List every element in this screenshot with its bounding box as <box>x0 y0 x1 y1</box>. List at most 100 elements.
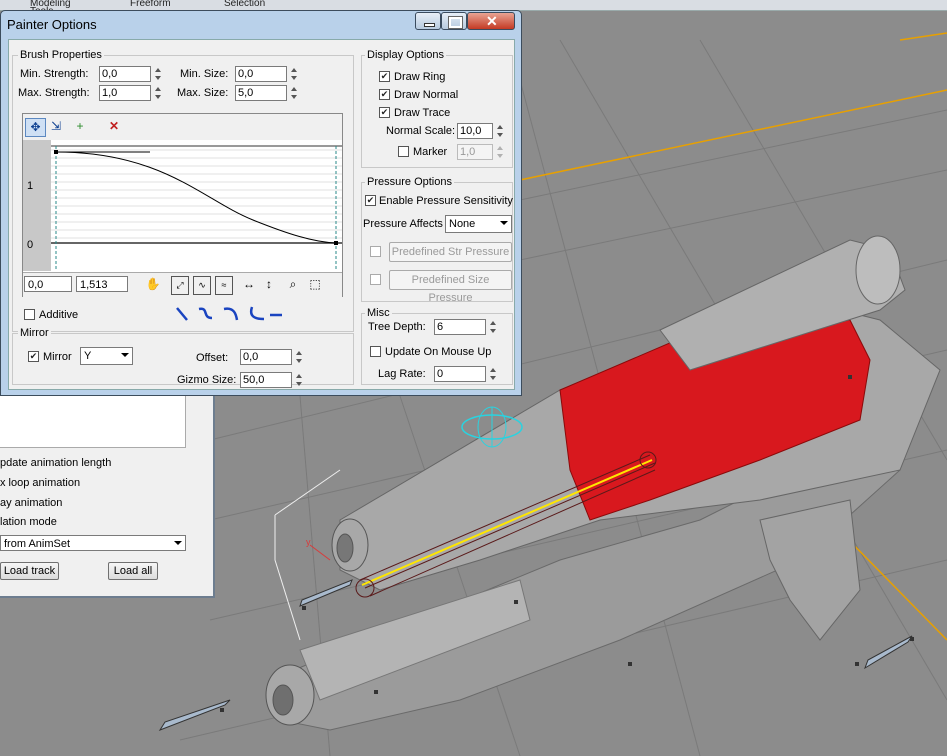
zoom-value-extents-icon[interactable]: ≈ <box>215 276 233 295</box>
curve-y-input[interactable]: 1,513 <box>76 276 128 292</box>
zoom-icon[interactable]: ⌕ <box>285 276 301 293</box>
draw-normal-checkbox[interactable] <box>379 89 390 100</box>
spinner-arrows-icon[interactable] <box>289 67 299 81</box>
zoom-region-icon[interactable]: ⬚ <box>307 276 323 293</box>
enable-pressure-checkbox[interactable] <box>365 195 376 206</box>
spinner-arrows-icon <box>495 145 505 159</box>
dialog-client: Brush Properties Min. Strength: 0,0 Max.… <box>8 39 515 390</box>
spinner-arrows-icon[interactable] <box>488 367 498 381</box>
offset-spinner[interactable]: 0,0 <box>240 349 306 365</box>
lag-rate-spinner[interactable]: 0 <box>434 366 500 382</box>
chevron-down-icon <box>121 353 129 357</box>
normal-scale-spinner[interactable]: 10,0 <box>457 123 509 139</box>
min-size-spinner[interactable]: 0,0 <box>235 66 301 82</box>
offset-input[interactable]: 0,0 <box>240 349 292 365</box>
max-size-label: Max. Size: <box>177 87 229 99</box>
falloff-curve-editor: ✥ ⇲ + ✕ 1 0 0,0 1,513 ✋ ⤢ ∿ ≈ ↔ ↕ ⌕ ⬚ <box>22 113 343 297</box>
marker-input: 1,0 <box>457 144 493 160</box>
min-strength-label: Min. Strength: <box>20 68 89 80</box>
lag-rate-input[interactable]: 0 <box>434 366 486 382</box>
tree-depth-input[interactable]: 6 <box>434 319 486 335</box>
load-track-button[interactable]: Load track <box>0 562 59 580</box>
play-animation-option[interactable]: ay animation <box>0 497 62 509</box>
mirror-group-label: Mirror <box>18 327 51 339</box>
close-button[interactable]: ✕ <box>467 12 515 30</box>
marker-spinner: 1,0 <box>457 144 509 160</box>
pressure-affects-label: Pressure Affects <box>363 218 443 230</box>
draw-trace-label: Draw Trace <box>394 107 451 119</box>
predefined-str-checkbox[interactable] <box>370 246 381 257</box>
spinner-arrows-icon[interactable] <box>495 124 505 138</box>
anim-source-dropdown[interactable]: from AnimSet <box>0 535 186 551</box>
delete-point-icon[interactable]: ✕ <box>105 118 123 135</box>
draw-normal-label: Draw Normal <box>394 89 459 101</box>
minimize-icon <box>424 23 435 27</box>
zoom-extents-icon[interactable]: ⤢ <box>171 276 189 295</box>
pressure-affects-value: None <box>449 218 476 230</box>
max-strength-input[interactable]: 1,0 <box>99 85 151 101</box>
spinner-arrows-icon[interactable] <box>294 373 304 387</box>
min-strength-spinner[interactable]: 0,0 <box>99 66 165 82</box>
max-size-input[interactable]: 5,0 <box>235 85 287 101</box>
pressure-affects-dropdown[interactable]: None <box>445 215 512 233</box>
scale-point-icon[interactable]: ⇲ <box>47 118 65 135</box>
spinner-arrows-icon[interactable] <box>153 67 163 81</box>
curve-presets[interactable] <box>174 304 284 324</box>
loop-animation-option[interactable]: x loop animation <box>0 477 80 489</box>
zoom-horizontal-extents-icon[interactable]: ∿ <box>193 276 211 295</box>
spinner-arrows-icon[interactable] <box>488 320 498 334</box>
chevron-down-icon <box>174 541 182 545</box>
load-all-button[interactable]: Load all <box>108 562 158 580</box>
offset-label: Offset: <box>196 352 229 364</box>
tab-freeform[interactable]: Freeform <box>130 0 190 10</box>
predefined-size-button[interactable]: Predefined Size Pressure <box>389 270 512 304</box>
spinner-arrows-icon[interactable] <box>153 86 163 100</box>
insert-point-icon[interactable]: + <box>71 118 89 135</box>
pan-hand-icon[interactable]: ✋ <box>145 276 161 293</box>
brush-properties-label: Brush Properties <box>18 49 104 61</box>
misc-group-label: Misc <box>365 307 392 319</box>
tree-depth-spinner[interactable]: 6 <box>434 319 500 335</box>
marker-label: Marker <box>413 146 448 158</box>
tab-modeling-tools[interactable]: Modeling Tools <box>30 0 90 10</box>
mirror-axis-dropdown[interactable]: Y <box>80 347 133 365</box>
tree-depth-label: Tree Depth: <box>368 321 426 333</box>
min-size-input[interactable]: 0,0 <box>235 66 287 82</box>
draw-ring-checkbox[interactable] <box>379 71 390 82</box>
gizmo-size-input[interactable]: 50,0 <box>240 372 292 388</box>
enable-pressure-label: Enable Pressure Sensitivity <box>379 195 513 207</box>
spinner-arrows-icon[interactable] <box>294 350 304 364</box>
zoom-horizontal-icon[interactable]: ↔ <box>241 276 257 293</box>
max-size-spinner[interactable]: 5,0 <box>235 85 301 101</box>
additive-label: Additive <box>39 309 79 321</box>
update-on-mouse-up-checkbox[interactable] <box>370 346 381 357</box>
maximize-icon <box>448 16 463 29</box>
marker-checkbox[interactable] <box>398 146 409 157</box>
min-strength-input[interactable]: 0,0 <box>99 66 151 82</box>
anim-source-value: from AnimSet <box>4 538 71 550</box>
maximize-button[interactable] <box>441 12 467 30</box>
minimize-button[interactable] <box>415 12 441 30</box>
chevron-down-icon <box>500 221 508 225</box>
max-strength-label: Max. Strength: <box>18 87 90 99</box>
gizmo-size-spinner[interactable]: 50,0 <box>240 372 306 388</box>
update-animation-length-option[interactable]: pdate animation length <box>0 457 111 469</box>
curve-x-input[interactable]: 0,0 <box>24 276 72 292</box>
zoom-vertical-icon[interactable]: ↕ <box>261 276 277 293</box>
max-strength-spinner[interactable]: 1,0 <box>99 85 165 101</box>
predefined-size-checkbox[interactable] <box>370 274 381 285</box>
lag-rate-label: Lag Rate: <box>378 368 426 380</box>
mirror-checkbox[interactable] <box>28 351 39 362</box>
interpolation-mode-label: lation mode <box>0 516 57 528</box>
mirror-label: Mirror <box>43 351 72 363</box>
draw-trace-checkbox[interactable] <box>379 107 390 118</box>
pressure-options-label: Pressure Options <box>365 176 454 188</box>
move-point-icon[interactable]: ✥ <box>25 118 46 137</box>
min-size-label: Min. Size: <box>180 68 229 80</box>
normal-scale-input[interactable]: 10,0 <box>457 123 493 139</box>
predefined-str-button[interactable]: Predefined Str Pressure <box>389 242 512 262</box>
tab-selection[interactable]: Selection <box>224 0 294 10</box>
curve-graph[interactable] <box>23 140 342 271</box>
spinner-arrows-icon[interactable] <box>289 86 299 100</box>
additive-checkbox[interactable] <box>24 309 35 320</box>
